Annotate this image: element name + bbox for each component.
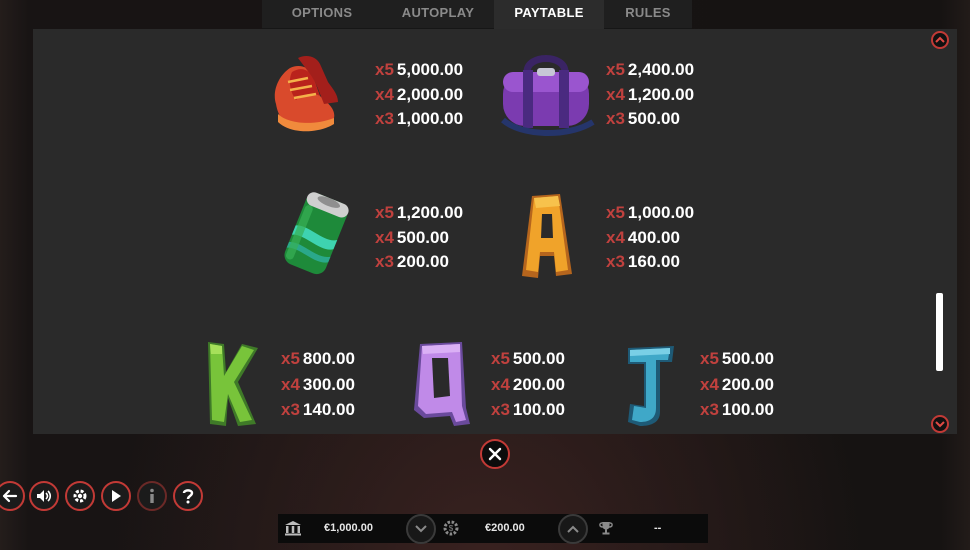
payout: 1,000.00 xyxy=(627,203,695,222)
multiplier: x5 xyxy=(375,60,394,79)
letter-a-icon xyxy=(522,194,572,278)
payout: 2,400.00 xyxy=(627,60,695,79)
bank-icon xyxy=(285,521,301,536)
multiplier: x3 xyxy=(606,109,625,128)
chevron-down-icon xyxy=(415,525,427,533)
bet-decrease-button[interactable] xyxy=(406,514,436,544)
multiplier: x4 xyxy=(375,227,394,247)
svg-text:$: $ xyxy=(449,524,454,533)
close-icon xyxy=(488,447,502,461)
paytable-entry-letter-j: x5 500.00 x4 200.00 x3 100.00 xyxy=(700,346,774,423)
multiplier: x3 xyxy=(375,109,394,128)
scroll-down-button[interactable] xyxy=(931,415,949,433)
info-button[interactable] xyxy=(137,481,167,511)
multiplier: x5 xyxy=(375,203,394,222)
balance-value: €1,000.00 xyxy=(324,522,373,534)
paytable-entry-sneakers: x5 5,000.00 x4 2,000.00 x3 1,000.00 xyxy=(375,58,463,132)
payout: 100.00 xyxy=(721,400,774,420)
payout: 500.00 xyxy=(627,109,680,128)
multiplier: x3 xyxy=(281,400,300,420)
payout: 160.00 xyxy=(627,252,680,271)
sound-icon xyxy=(37,490,52,502)
multiplier: x5 xyxy=(700,349,719,368)
autoplay-button[interactable] xyxy=(101,481,131,511)
bet-coin-icon: $ xyxy=(443,520,459,536)
scrollbar-thumb[interactable] xyxy=(936,293,943,371)
multiplier: x3 xyxy=(491,400,510,420)
trophy-icon xyxy=(599,522,613,535)
payout: 500.00 xyxy=(512,349,565,368)
status-bar: €1,000.00 $ €200.00 -- xyxy=(278,514,708,544)
letter-k-icon xyxy=(208,342,258,426)
tabs-bar: OPTIONS AUTOPLAY PAYTABLE RULES xyxy=(262,0,692,29)
multiplier: x5 xyxy=(606,60,625,79)
scroll-up-button[interactable] xyxy=(931,31,949,49)
multiplier: x4 xyxy=(700,374,719,394)
payout: 500.00 xyxy=(721,349,774,368)
sound-button[interactable] xyxy=(29,481,59,511)
multiplier: x3 xyxy=(375,252,394,271)
payout: 300.00 xyxy=(302,374,355,394)
payout: 100.00 xyxy=(512,400,565,420)
chevron-up-icon xyxy=(567,525,579,533)
multiplier: x5 xyxy=(281,349,300,368)
letter-j-icon xyxy=(628,346,674,426)
tab-rules[interactable]: RULES xyxy=(604,0,692,29)
multiplier: x3 xyxy=(700,400,719,420)
payout: 1,000.00 xyxy=(396,109,464,128)
settings-button[interactable] xyxy=(65,481,95,511)
payout: 800.00 xyxy=(302,349,355,368)
payout: 1,200.00 xyxy=(396,203,464,222)
paytable-entry-soda-can: x5 1,200.00 x4 500.00 x3 200.00 xyxy=(375,201,463,275)
multiplier: x3 xyxy=(606,252,625,271)
help-icon xyxy=(182,489,194,504)
tab-paytable[interactable]: PAYTABLE xyxy=(494,0,604,29)
payout: 400.00 xyxy=(627,227,680,247)
close-button[interactable] xyxy=(480,439,510,469)
payout: 5,000.00 xyxy=(396,60,464,79)
win-value: -- xyxy=(654,522,662,534)
payout: 2,000.00 xyxy=(396,84,464,104)
payout: 1,200.00 xyxy=(627,84,695,104)
duffel-bag-icon xyxy=(501,55,595,137)
payout: 140.00 xyxy=(302,400,355,420)
play-icon xyxy=(112,490,121,502)
letter-q-icon xyxy=(414,342,470,426)
payout: 200.00 xyxy=(721,374,774,394)
sneakers-icon xyxy=(274,56,338,132)
chevron-up-icon xyxy=(935,36,945,43)
multiplier: x4 xyxy=(606,84,625,104)
multiplier: x5 xyxy=(491,349,510,368)
multiplier: x4 xyxy=(375,84,394,104)
multiplier: x4 xyxy=(491,374,510,394)
multiplier: x4 xyxy=(606,227,625,247)
paytable-entry-letter-k: x5 800.00 x4 300.00 x3 140.00 xyxy=(281,346,355,423)
info-icon xyxy=(150,488,154,503)
tab-autoplay[interactable]: AUTOPLAY xyxy=(382,0,494,29)
paytable-entry-letter-q: x5 500.00 x4 200.00 x3 100.00 xyxy=(491,346,565,423)
bet-value: €200.00 xyxy=(485,522,525,534)
payout: 200.00 xyxy=(512,374,565,394)
soda-can-icon xyxy=(284,192,349,275)
help-button[interactable] xyxy=(173,481,203,511)
multiplier: x4 xyxy=(281,374,300,394)
back-icon xyxy=(2,489,18,503)
paytable-entry-duffel-bag: x5 2,400.00 x4 1,200.00 x3 500.00 xyxy=(606,58,694,132)
tab-options[interactable]: OPTIONS xyxy=(262,0,382,29)
bet-increase-button[interactable] xyxy=(558,514,588,544)
paytable-entry-letter-a: x5 1,000.00 x4 400.00 x3 160.00 xyxy=(606,201,694,275)
settings-icon xyxy=(73,489,87,503)
multiplier: x5 xyxy=(606,203,625,222)
payout: 500.00 xyxy=(396,227,449,247)
chevron-down-icon xyxy=(935,421,945,428)
payout: 200.00 xyxy=(396,252,449,271)
